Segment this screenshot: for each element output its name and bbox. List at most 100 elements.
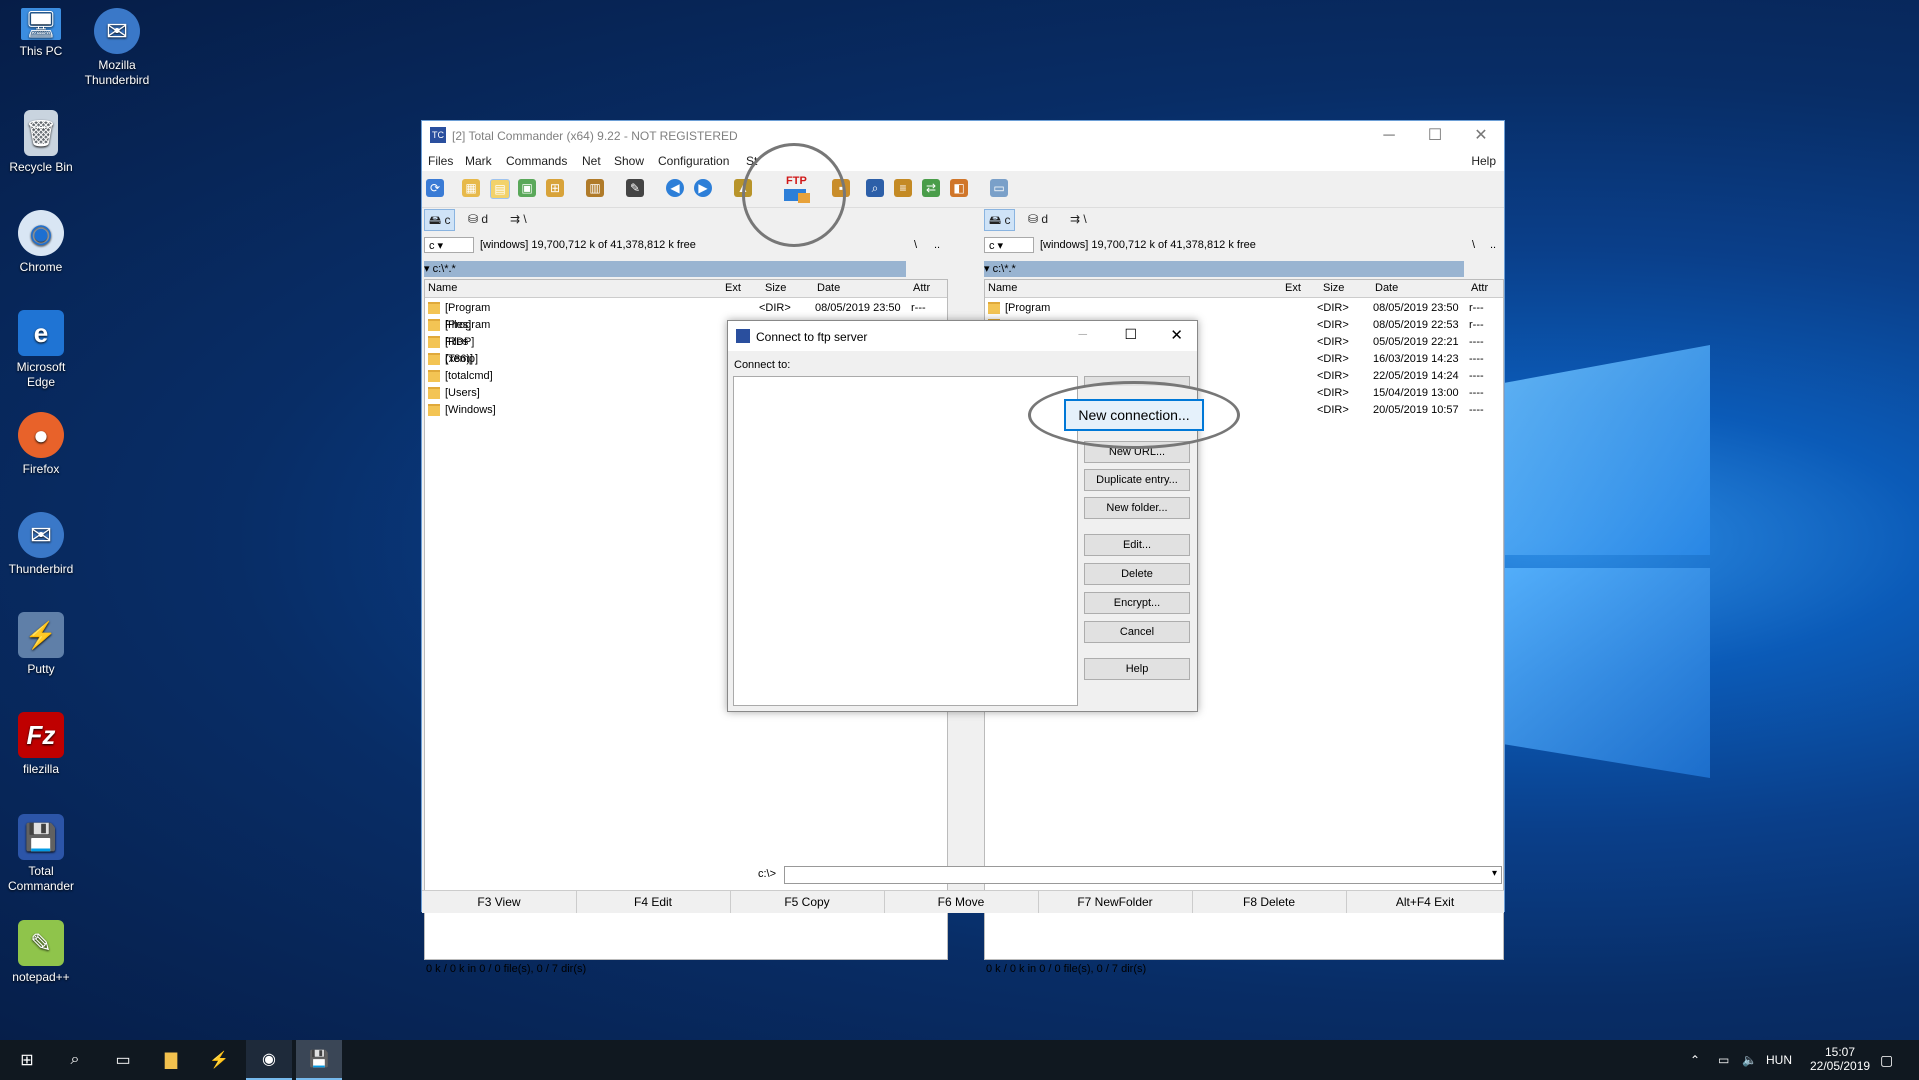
col-attr[interactable]: Attr <box>1471 280 1488 297</box>
close-button[interactable]: ✕ <box>1458 121 1504 151</box>
right-drive-combo[interactable]: c ▾ <box>984 237 1034 253</box>
left-path-bar[interactable]: ▾ c:\*.* <box>424 261 906 277</box>
minimize-button[interactable]: ─ <box>1078 327 1087 341</box>
desktop-icon-recycle-bin[interactable]: 🗑 Recycle Bin <box>4 110 78 175</box>
folder-icon <box>428 353 440 366</box>
desktop-icon-thunderbird[interactable]: ✉ Thunderbird <box>4 512 78 577</box>
delete-button[interactable]: Delete <box>1084 563 1190 585</box>
menu-mark[interactable]: Mark <box>465 154 492 168</box>
tree-view-icon[interactable]: ⊞ <box>546 179 564 197</box>
pack-icon[interactable]: ▥ <box>586 179 604 197</box>
file-row[interactable]: [Program Files]<DIR>08/05/2019 23:50r--- <box>985 300 1503 331</box>
right-path-bar[interactable]: ▾ c:\*.* <box>984 261 1464 277</box>
edit-icon[interactable]: ✎ <box>626 179 644 197</box>
file-attr: ---- <box>1469 387 1484 399</box>
cancel-button[interactable]: Cancel <box>1084 621 1190 643</box>
sync-dirs-icon[interactable]: ⇄ <box>922 179 940 197</box>
menu-commands[interactable]: Commands <box>506 154 567 168</box>
f8-delete-button[interactable]: F8 Delete <box>1192 891 1347 913</box>
help-button[interactable]: Help <box>1084 658 1190 680</box>
f3-view-button[interactable]: F3 View <box>422 891 577 913</box>
clock[interactable]: 15:07 22/05/2019 <box>1810 1040 1870 1080</box>
search-icon[interactable]: ⌕ <box>52 1040 98 1080</box>
desktop-icon-firefox[interactable]: ● Firefox <box>4 412 78 477</box>
left-drive-network[interactable]: ⇉ \ <box>506 209 531 229</box>
file-name: [Windows] <box>445 404 496 416</box>
menu-show[interactable]: Show <box>614 154 644 168</box>
altf4-exit-button[interactable]: Alt+F4 Exit <box>1346 891 1504 913</box>
maximize-button[interactable]: ☐ <box>1124 326 1137 343</box>
dialog-title-bar[interactable]: Connect to ftp server ─ ☐ ✕ <box>728 321 1197 351</box>
desktop-icon-filezilla[interactable]: Fz filezilla <box>4 712 78 777</box>
desktop-icon-notepadpp[interactable]: ✎ notepad++ <box>4 920 78 985</box>
duplicate-entry-button[interactable]: Duplicate entry... <box>1084 469 1190 491</box>
col-name[interactable]: Name <box>988 280 1017 297</box>
total-commander-icon[interactable]: 💾 <box>296 1040 342 1080</box>
refresh-icon[interactable]: ⟳ <box>426 179 444 197</box>
minimize-button[interactable]: ─ <box>1366 121 1412 151</box>
right-up-button[interactable]: .. <box>1490 235 1496 255</box>
brief-view-icon[interactable]: ▦ <box>462 179 480 197</box>
right-root-button[interactable]: \ <box>1472 235 1475 255</box>
left-drive-d[interactable]: ⛁ d <box>464 209 492 229</box>
tray-up-chevron-icon[interactable]: ⌃ <box>1690 1040 1700 1080</box>
chrome-icon[interactable]: ◉ <box>246 1040 292 1080</box>
multi-rename-icon[interactable]: ≡ <box>894 179 912 197</box>
right-drive-c[interactable]: 🖴 c <box>984 209 1016 231</box>
close-button[interactable]: ✕ <box>1170 326 1183 344</box>
title-bar[interactable]: TC [2] Total Commander (x64) 9.22 - NOT … <box>422 121 1504 151</box>
desktop-icon-microsoft-edge[interactable]: e Microsoft Edge <box>4 310 78 390</box>
edit-button[interactable]: Edit... <box>1084 534 1190 556</box>
left-drive-c[interactable]: 🖴 c <box>424 209 456 231</box>
notepad-icon[interactable]: ▭ <box>990 179 1008 197</box>
col-ext[interactable]: Ext <box>725 280 741 297</box>
putty-icon[interactable]: ⚡ <box>196 1040 242 1080</box>
desktop-icon-this-pc[interactable]: 🖥 This PC <box>4 8 78 59</box>
thunderbird-icon: ✉ <box>18 512 64 558</box>
menu-configuration[interactable]: Configuration <box>658 154 729 168</box>
col-date[interactable]: Date <box>1375 280 1398 297</box>
menu-help[interactable]: Help <box>1471 154 1496 168</box>
left-root-button[interactable]: \ <box>914 235 917 255</box>
f4-edit-button[interactable]: F4 Edit <box>576 891 731 913</box>
task-view-icon[interactable]: ▭ <box>100 1040 146 1080</box>
f7-newfolder-button[interactable]: F7 NewFolder <box>1038 891 1193 913</box>
maximize-button[interactable]: ☐ <box>1412 121 1458 151</box>
encrypt-button[interactable]: Encrypt... <box>1084 592 1190 614</box>
col-attr[interactable]: Attr <box>913 280 930 297</box>
file-explorer-icon[interactable]: ▇ <box>148 1040 194 1080</box>
connection-list[interactable] <box>733 376 1078 706</box>
col-date[interactable]: Date <box>817 280 840 297</box>
menu-net[interactable]: Net <box>582 154 601 168</box>
f6-move-button[interactable]: F6 Move <box>884 891 1039 913</box>
f5-copy-button[interactable]: F5 Copy <box>730 891 885 913</box>
col-ext[interactable]: Ext <box>1285 280 1301 297</box>
network-icon[interactable]: ▭ <box>1718 1040 1729 1080</box>
left-up-button[interactable]: .. <box>934 235 940 255</box>
back-icon[interactable]: ◀ <box>666 179 684 197</box>
chevron-down-icon[interactable]: ▾ <box>1492 868 1497 879</box>
notifications-icon[interactable]: ▢ <box>1880 1040 1893 1080</box>
left-drive-combo[interactable]: c ▾ <box>424 237 474 253</box>
thumbnail-view-icon[interactable]: ▣ <box>518 179 536 197</box>
desktop-icon-putty[interactable]: ⚡ Putty <box>4 612 78 677</box>
right-drive-d[interactable]: ⛁ d <box>1024 209 1052 229</box>
forward-icon[interactable]: ▶ <box>694 179 712 197</box>
compare-icon[interactable]: ◧ <box>950 179 968 197</box>
new-folder-button[interactable]: New folder... <box>1084 497 1190 519</box>
col-size[interactable]: Size <box>765 280 786 297</box>
right-drive-network[interactable]: ⇉ \ <box>1066 209 1091 229</box>
detailed-view-icon[interactable]: ▤ <box>490 179 510 199</box>
language-indicator[interactable]: HUN <box>1766 1040 1792 1080</box>
desktop-icon-mozilla-thunderbird[interactable]: ✉ Mozilla Thunderbird <box>80 8 154 88</box>
volume-icon[interactable]: 🔈 <box>1742 1040 1757 1080</box>
menu-files[interactable]: Files <box>428 154 453 168</box>
start-button[interactable]: ⊞ <box>4 1040 50 1080</box>
desktop-icon-chrome[interactable]: ◉ Chrome <box>4 210 78 275</box>
file-row[interactable]: [Program Files]<DIR>08/05/2019 23:50r--- <box>425 300 947 331</box>
command-line-input[interactable]: ▾ <box>784 866 1502 884</box>
col-size[interactable]: Size <box>1323 280 1344 297</box>
find-icon[interactable]: ⌕ <box>866 179 884 197</box>
desktop-icon-total-commander[interactable]: 💾 Total Commander <box>4 814 78 894</box>
col-name[interactable]: Name <box>428 280 457 297</box>
